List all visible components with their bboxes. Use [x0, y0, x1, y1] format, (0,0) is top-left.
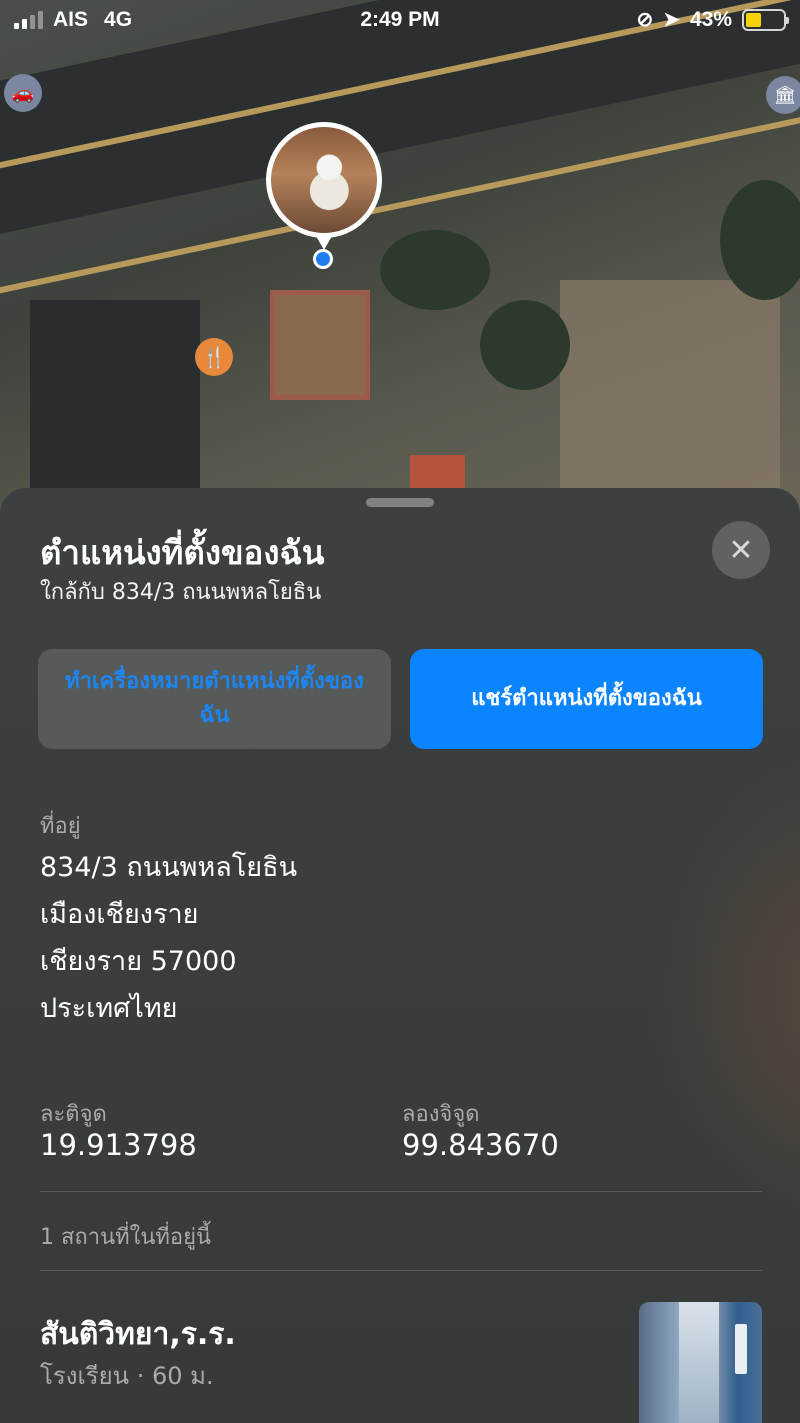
sheet-subtitle: ใกล้กับ 834/3 ถนนพหลโยธิน — [40, 580, 322, 605]
close-button[interactable]: ✕ — [712, 521, 770, 579]
divider — [40, 1270, 762, 1271]
avatar-photo — [271, 127, 377, 233]
place-photo — [639, 1302, 762, 1423]
latitude-label: ละติจูด — [40, 1102, 107, 1127]
place-name: สันติวิทยา,ร.ร. — [40, 1317, 236, 1352]
sheet-grabber[interactable] — [366, 498, 434, 507]
orientation-lock-icon: ⊘ — [636, 9, 654, 31]
share-location-button[interactable]: แชร์ตำแหน่งที่ตั้งของฉัน — [410, 649, 763, 749]
building — [270, 290, 370, 400]
map-view[interactable]: 🚗 🏛 🍴 — [0, 0, 800, 520]
battery-percent: 43% — [689, 7, 732, 31]
user-avatar[interactable] — [266, 122, 382, 250]
mark-location-button[interactable]: ทำเครื่องหมายตำแหน่งที่ตั้งของฉัน — [38, 649, 391, 749]
close-icon: ✕ — [728, 532, 754, 568]
car-icon[interactable]: 🚗 — [4, 74, 42, 112]
longitude-value[interactable]: 99.843670 — [402, 1128, 559, 1162]
tree — [480, 300, 570, 390]
latitude-value[interactable]: 19.913798 — [40, 1128, 197, 1162]
longitude-label: ลองจิจูด — [402, 1102, 480, 1127]
museum-icon[interactable]: 🏛 — [766, 76, 800, 114]
battery-icon — [742, 8, 789, 31]
address-line: 834/3 ถนนพหลโยธิน — [40, 852, 298, 883]
restaurant-icon[interactable]: 🍴 — [195, 338, 233, 376]
place-meta: โรงเรียน · 60 ม. — [40, 1362, 214, 1390]
building — [30, 300, 200, 490]
building — [410, 455, 465, 490]
divider — [40, 1191, 762, 1192]
location-arrow-icon: ➤ — [663, 9, 680, 31]
address-label: ที่อยู่ — [40, 814, 81, 839]
lot — [560, 280, 780, 490]
address-line: ประเทศไทย — [40, 993, 178, 1024]
address-line: เมืองเชียงราย — [40, 899, 199, 930]
tree — [720, 180, 800, 300]
status-bar: AIS 4G 2:49 PM ⊘ ➤ 43% — [0, 0, 800, 40]
address-line: เชียงราย 57000 — [40, 946, 237, 977]
location-sheet: ตำแหน่งที่ตั้งของฉัน ใกล้กับ 834/3 ถนนพห… — [0, 488, 800, 1423]
address-block[interactable]: 834/3 ถนนพหลโยธิน เมืองเชียงราย เชียงราย… — [40, 844, 297, 1032]
sheet-title: ตำแหน่งที่ตั้งของฉัน — [40, 533, 325, 572]
tree — [380, 230, 490, 310]
current-location-dot[interactable] — [313, 249, 333, 269]
places-count: 1 สถานที่ในที่อยู่นี้ — [40, 1225, 212, 1250]
